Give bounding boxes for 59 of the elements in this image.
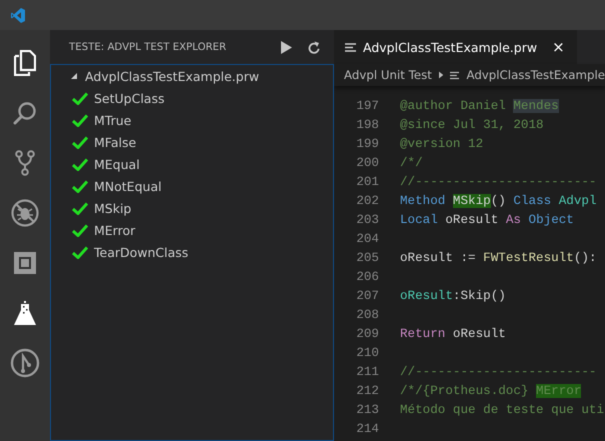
refresh-icon[interactable] (308, 40, 320, 54)
line-number: 198 (355, 118, 379, 132)
code-line: @version 12 (399, 136, 484, 150)
line-number: 210 (355, 346, 379, 360)
code-line: /*/ (399, 156, 423, 170)
flask-icon[interactable] (14, 301, 36, 325)
line-number: 208 (355, 308, 379, 322)
line-number: 214 (355, 422, 379, 436)
line-number: 197 (355, 98, 379, 112)
test-tree-item[interactable]: SetUpClass (94, 90, 164, 106)
line-number: 199 (355, 136, 379, 150)
code-line: //------------------------ (399, 174, 596, 188)
line-number: 205 (355, 250, 379, 264)
line-number: 200 (355, 156, 379, 170)
code-line: oResult := FWTestResult(): (399, 250, 597, 264)
file-lines-icon (345, 42, 356, 52)
breadcrumb-item[interactable]: AdvplClassTestExample (466, 68, 605, 82)
line-number: 202 (355, 194, 379, 208)
panel-title: TESTE: ADVPL TEST EXPLORER (69, 42, 228, 52)
line-number: 201 (355, 174, 379, 188)
code-line: @since Jul 31, 2018 (399, 118, 544, 132)
extensions-icon[interactable] (14, 252, 36, 274)
breadcrumb-item[interactable]: Advpl Unit Test (344, 68, 432, 82)
file-lines-icon (450, 70, 460, 80)
test-tree-item[interactable]: MError (94, 222, 136, 238)
line-number: 209 (355, 326, 379, 340)
source-control-icon[interactable] (15, 150, 35, 176)
test-tree-item[interactable]: MSkip (94, 200, 132, 216)
test-tree-item[interactable]: TearDownClass (94, 244, 188, 260)
line-number: 212 (355, 384, 379, 398)
line-number: 203 (355, 212, 379, 226)
code-line: /*/{Protheus.doc} MError (399, 384, 582, 398)
file-tree-item[interactable]: AdvplClassTestExample.prw (85, 68, 260, 84)
code-line: @author Daniel Mendes (399, 98, 559, 112)
circle-branch-icon[interactable] (10, 348, 40, 378)
code-editor-logo-icon (11, 8, 25, 22)
close-tab-button[interactable]: × (552, 38, 565, 56)
code-line: Local oResult As Object (399, 212, 574, 226)
files-icon[interactable] (14, 50, 36, 76)
search-icon[interactable] (13, 101, 37, 125)
play-icon[interactable] (281, 40, 292, 54)
code-line: Return oResult (399, 326, 506, 340)
test-tree-item[interactable]: MNotEqual (94, 178, 162, 194)
line-number: 206 (355, 270, 379, 284)
editor-tab[interactable]: AdvplClassTestExample.prw × (334, 30, 577, 64)
code-line: //------------------------ (399, 364, 596, 378)
test-tree-item[interactable]: MFalse (94, 134, 136, 150)
no-bug-icon[interactable] (11, 199, 39, 227)
line-number: 207 (355, 288, 379, 302)
expand-arrow-icon[interactable] (71, 73, 77, 79)
chevron-icon (438, 71, 444, 79)
line-number: 211 (355, 364, 379, 378)
code-line: Método que de teste que uti (399, 402, 604, 416)
test-tree-item[interactable]: MEqual (94, 156, 140, 172)
line-number: 213 (355, 402, 379, 416)
code-line: Method MSkip() Class Advpl (399, 194, 597, 208)
line-number: 204 (355, 232, 379, 246)
test-tree-item[interactable]: MTrue (94, 112, 132, 128)
code-line: oResult:Skip() (399, 288, 506, 302)
